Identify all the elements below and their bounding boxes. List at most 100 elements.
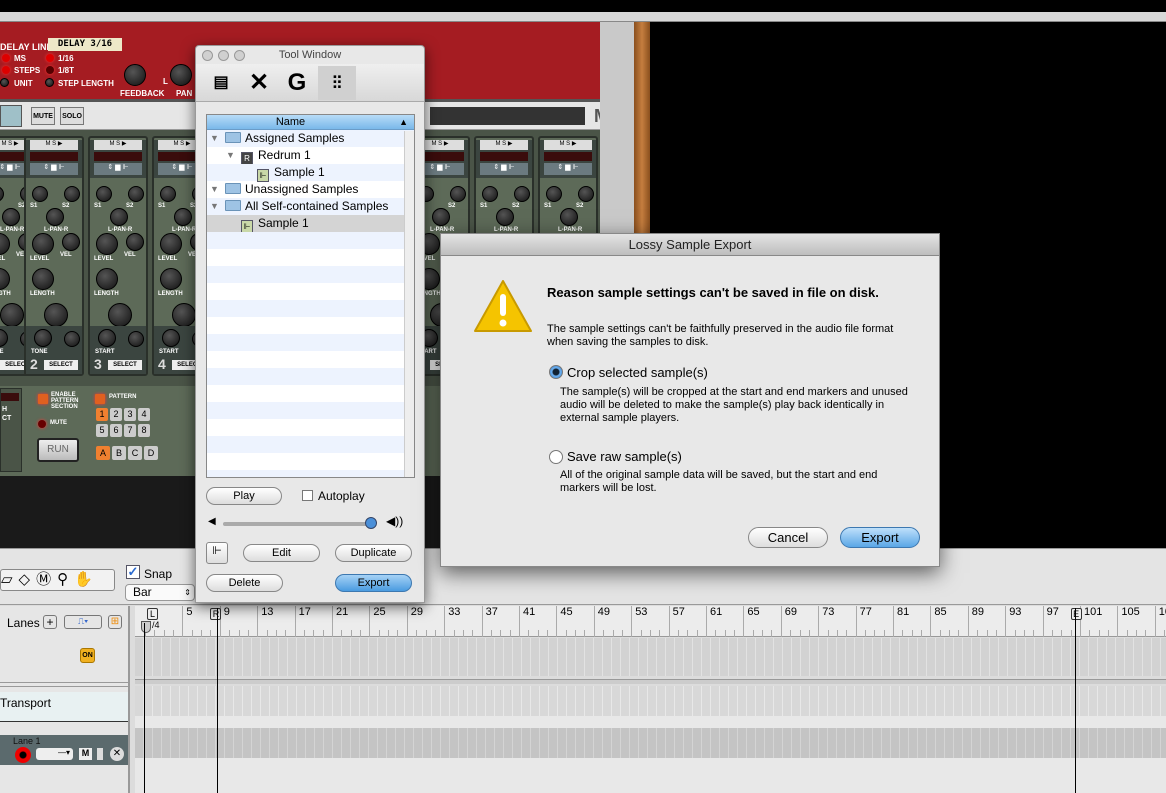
feedback-knob[interactable] bbox=[124, 64, 146, 86]
pan-knob[interactable] bbox=[432, 208, 450, 226]
tone-knob[interactable] bbox=[0, 329, 8, 347]
pattern-button[interactable]: 3 bbox=[124, 408, 136, 421]
sample-browse-buttons[interactable]: ⇕ ▆ ⊩ bbox=[544, 163, 592, 175]
pattern-button[interactable]: 4 bbox=[138, 408, 150, 421]
pattern-button[interactable]: 7 bbox=[124, 424, 136, 437]
tools-icon[interactable]: ✕ bbox=[240, 66, 278, 100]
enable-pattern-led[interactable] bbox=[38, 394, 48, 404]
mute-button[interactable]: MUTE bbox=[31, 107, 55, 125]
crop-label[interactable]: Crop selected sample(s) bbox=[567, 365, 708, 380]
mute-solo-buttons[interactable]: M S ▶ bbox=[30, 140, 78, 150]
level-knob[interactable] bbox=[160, 233, 182, 255]
tree-item[interactable]: ⊩ Sample 1 bbox=[207, 215, 414, 233]
on-badge[interactable]: ON bbox=[80, 648, 95, 663]
mute-solo-buttons[interactable]: M S ▶ bbox=[94, 140, 142, 150]
column-header-name[interactable]: Name ▲ bbox=[207, 115, 414, 130]
s2-knob[interactable] bbox=[450, 186, 466, 202]
snap-checkbox[interactable]: ✓ bbox=[126, 565, 140, 579]
close-button[interactable] bbox=[202, 50, 213, 61]
zoom-button[interactable] bbox=[234, 50, 245, 61]
pitch-knob[interactable] bbox=[0, 303, 24, 327]
crop-radio[interactable] bbox=[549, 365, 563, 379]
pan-knob[interactable] bbox=[496, 208, 514, 226]
sample-browse-buttons[interactable]: ⇕ ▆ ⊩ bbox=[30, 163, 78, 175]
length-knob[interactable] bbox=[32, 268, 54, 290]
minimize-button[interactable] bbox=[218, 50, 229, 61]
s1-knob[interactable] bbox=[160, 186, 176, 202]
lane-dropdown[interactable]: —▾ bbox=[36, 748, 73, 760]
pan-knob[interactable] bbox=[46, 208, 64, 226]
pan-knob[interactable] bbox=[110, 208, 128, 226]
lane-mute-button[interactable]: M bbox=[79, 748, 92, 760]
mute-solo-buttons[interactable]: M S ▶ bbox=[480, 140, 528, 150]
left-locator[interactable]: L bbox=[147, 608, 158, 620]
vel-knob[interactable] bbox=[126, 233, 144, 251]
groove-icon[interactable]: G bbox=[278, 66, 316, 100]
s2-knob[interactable] bbox=[128, 186, 144, 202]
song-position-handle[interactable] bbox=[141, 621, 151, 633]
play-button[interactable]: Play bbox=[206, 487, 282, 505]
tone-knob[interactable] bbox=[98, 329, 116, 347]
bank-button[interactable]: A bbox=[96, 446, 110, 460]
volume-slider-handle[interactable] bbox=[365, 517, 377, 529]
pan-knob[interactable] bbox=[174, 208, 192, 226]
cancel-button[interactable]: Cancel bbox=[748, 527, 828, 548]
autoplay-checkbox[interactable] bbox=[302, 490, 313, 501]
add-lane-button[interactable]: + bbox=[43, 615, 57, 629]
disclosure-triangle-icon[interactable]: ▼ bbox=[210, 198, 219, 215]
tone-knob[interactable] bbox=[162, 329, 180, 347]
vel-knob[interactable] bbox=[128, 331, 144, 347]
eraser-icon[interactable]: ▱ bbox=[1, 571, 19, 588]
pan-knob[interactable] bbox=[2, 208, 20, 226]
pattern-button[interactable]: 1 bbox=[96, 408, 108, 421]
duplicate-button[interactable]: Duplicate bbox=[335, 544, 412, 562]
run-button[interactable]: RUN bbox=[37, 438, 79, 462]
pitch-knob[interactable] bbox=[108, 303, 132, 327]
volume-slider[interactable] bbox=[223, 522, 373, 526]
transport-lane[interactable] bbox=[135, 686, 1166, 716]
s1-knob[interactable] bbox=[0, 186, 4, 202]
vel-knob[interactable] bbox=[62, 233, 80, 251]
transport-track[interactable]: Transport bbox=[0, 692, 128, 722]
line-tool-icon[interactable]: ◇ bbox=[19, 571, 37, 588]
solo-button[interactable]: SOLO bbox=[60, 107, 84, 125]
disclosure-triangle-icon[interactable]: ▼ bbox=[210, 181, 219, 198]
pattern-button[interactable]: 6 bbox=[110, 424, 122, 437]
bank-button[interactable]: B bbox=[112, 446, 126, 460]
length-knob[interactable] bbox=[0, 268, 10, 290]
bank-button[interactable]: C bbox=[128, 446, 142, 460]
save-raw-radio[interactable] bbox=[549, 450, 563, 464]
hand-icon[interactable]: ✋ bbox=[74, 571, 99, 588]
step-length-button[interactable] bbox=[45, 78, 54, 87]
level-knob[interactable] bbox=[0, 233, 10, 255]
disclosure-triangle-icon[interactable]: ▼ bbox=[226, 147, 235, 164]
lane-1-header[interactable]: Lane 1 —▾ M ✕ bbox=[0, 735, 128, 765]
pattern-button[interactable]: 8 bbox=[138, 424, 150, 437]
select-button[interactable]: SELECT bbox=[108, 360, 142, 370]
tree-item[interactable]: ▼ R Redrum 1 bbox=[207, 147, 414, 165]
tree-item[interactable]: ⊩ Sample 1 bbox=[207, 164, 414, 182]
disclosure-triangle-icon[interactable]: ▼ bbox=[210, 130, 219, 147]
save-raw-label[interactable]: Save raw sample(s) bbox=[567, 449, 682, 464]
pan-knob[interactable] bbox=[170, 64, 192, 86]
pan-knob[interactable] bbox=[560, 208, 578, 226]
s1-knob[interactable] bbox=[482, 186, 498, 202]
export-button[interactable]: Export bbox=[335, 574, 412, 592]
sample-browse-buttons[interactable]: ⇕ ▆ ⊩ bbox=[480, 163, 528, 175]
delete-lane-icon[interactable]: ✕ bbox=[110, 747, 124, 761]
unit-button[interactable] bbox=[0, 78, 9, 87]
lane-1-track[interactable] bbox=[135, 728, 1166, 758]
tone-knob[interactable] bbox=[34, 329, 52, 347]
timeline-ruler[interactable]: 5 9 13 17 21 25 29 33 37 41 45 49 53 57 61 65 69 73 77 81 85… bbox=[135, 606, 1166, 637]
sample-waveform-icon[interactable]: ⫶⫶ bbox=[318, 66, 356, 100]
s1-knob[interactable] bbox=[546, 186, 562, 202]
device-rack-icon[interactable]: ▤ bbox=[202, 66, 240, 100]
export-button[interactable]: Export bbox=[840, 527, 920, 548]
record-button[interactable] bbox=[15, 747, 31, 763]
sample-edit-icon[interactable]: ⊩ bbox=[206, 542, 228, 564]
vel-knob[interactable] bbox=[64, 331, 80, 347]
device-lane[interactable] bbox=[135, 638, 1166, 676]
level-knob[interactable] bbox=[32, 233, 54, 255]
delete-button[interactable]: Delete bbox=[206, 574, 283, 592]
grid-icon[interactable]: ⊞ bbox=[108, 615, 122, 629]
